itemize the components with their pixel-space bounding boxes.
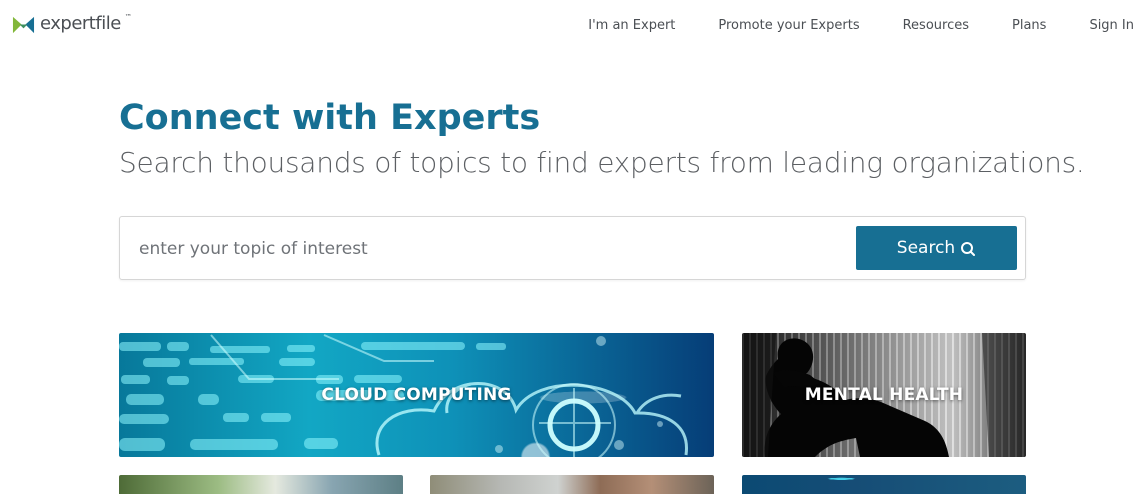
main-nav: I'm an Expert Promote your Experts Resou… (545, 16, 1134, 34)
nav-link-promote-your-experts[interactable]: Promote your Experts (718, 18, 859, 33)
topic-card-label: MENTAL HEALTH (804, 385, 964, 405)
search-button[interactable]: Search (856, 226, 1017, 270)
search-input[interactable] (137, 229, 841, 268)
page-subtitle: Search thousands of topics to find exper… (119, 146, 1085, 179)
nav-link-sign-in[interactable]: Sign In (1089, 18, 1134, 33)
logo-wordmark: expertfile (40, 13, 121, 34)
search-button-label: Search (896, 238, 956, 258)
topic-card-cloud-computing[interactable]: CLOUD COMPUTING (119, 333, 714, 457)
nav-link-im-an-expert[interactable]: I'm an Expert (588, 18, 675, 33)
topic-card-label: CLOUD COMPUTING (321, 385, 512, 405)
nav-link-resources[interactable]: Resources (903, 18, 969, 33)
search-form: Search (119, 216, 1026, 280)
topic-card-partial-3[interactable] (742, 475, 1026, 494)
logo-icon (12, 16, 35, 33)
search-icon (961, 242, 976, 256)
page-title: Connect with Experts (119, 98, 541, 138)
top-navigation: expertfile ™ I'm an Expert Promote your … (0, 0, 1140, 50)
topic-card-partial-2[interactable] (430, 475, 714, 494)
topic-card-mental-health[interactable]: MENTAL HEALTH (742, 333, 1026, 457)
logo-trademark: ™ (124, 13, 132, 21)
expertfile-logo[interactable]: expertfile ™ (12, 11, 133, 39)
nav-link-plans[interactable]: Plans (1012, 18, 1046, 33)
topic-card-partial-1[interactable] (119, 475, 403, 494)
